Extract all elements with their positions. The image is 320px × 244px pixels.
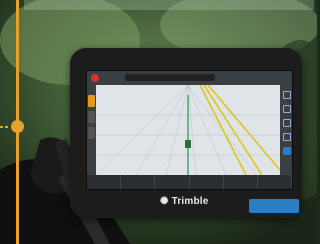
right-toolbar xyxy=(280,85,292,175)
tool-tab-icon[interactable] xyxy=(88,95,95,107)
field-map xyxy=(96,85,280,175)
lightbar xyxy=(125,74,215,81)
layers-icon[interactable] xyxy=(283,105,291,113)
device-brand-logo: ✺ Trimble xyxy=(160,196,209,207)
record-icon[interactable] xyxy=(91,74,99,82)
left-toolbar xyxy=(87,85,96,175)
status-cell xyxy=(190,175,224,189)
status-cell xyxy=(87,175,122,189)
guidance-icon[interactable] xyxy=(283,147,291,155)
status-cell xyxy=(258,175,292,189)
map-icon[interactable] xyxy=(283,91,291,99)
zoom-icon[interactable] xyxy=(283,119,291,127)
settings-icon[interactable] xyxy=(283,133,291,141)
status-cell xyxy=(224,175,258,189)
brand-mark-icon: ✺ xyxy=(160,196,169,207)
status-cell xyxy=(155,175,190,189)
tool-tab-icon[interactable] xyxy=(88,111,95,123)
status-cell xyxy=(121,175,156,189)
tool-tab-icon[interactable] xyxy=(88,127,95,139)
tractor-icon xyxy=(185,140,191,148)
product-badge xyxy=(249,199,299,213)
timeline-connector xyxy=(0,126,9,128)
guidance-screen xyxy=(86,70,293,190)
status-bar xyxy=(87,175,292,189)
timeline-marker[interactable] xyxy=(11,120,24,133)
screen-top-bar xyxy=(87,71,292,85)
